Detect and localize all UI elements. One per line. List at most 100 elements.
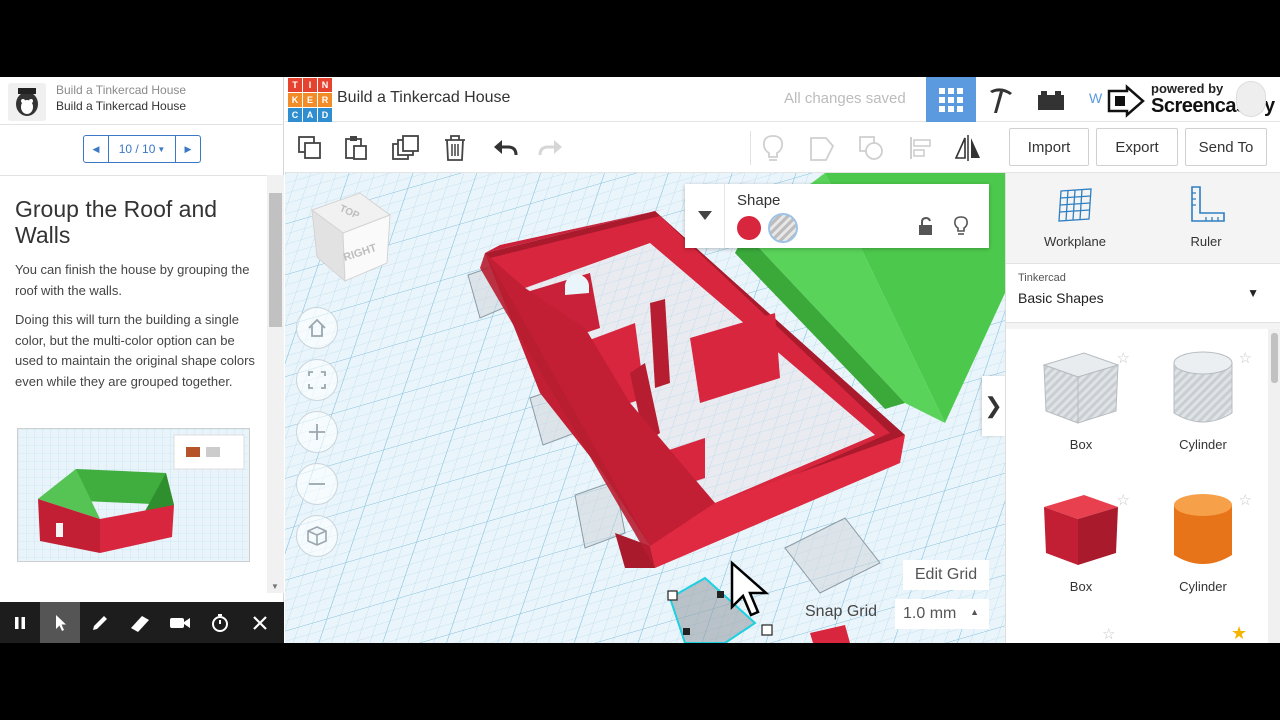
user-avatar[interactable] bbox=[1236, 81, 1266, 117]
collapse-shapes-panel-button[interactable]: ❯ bbox=[982, 376, 1005, 436]
collapse-inspector-button[interactable] bbox=[685, 184, 725, 248]
timer-tool-button[interactable] bbox=[200, 602, 240, 643]
plus-icon bbox=[309, 424, 325, 440]
lesson-panel: Build a Tinkercad House Build a Tinkerca… bbox=[0, 77, 284, 643]
library-group-label: Tinkercad bbox=[1018, 272, 1066, 284]
pen-tool-button[interactable] bbox=[80, 602, 120, 643]
align-icon bbox=[910, 137, 931, 159]
edit-grid-button[interactable]: Edit Grid bbox=[903, 560, 989, 590]
blocks-view-button[interactable] bbox=[976, 77, 1026, 122]
caret-down-icon: ▼ bbox=[157, 144, 166, 154]
lock-button[interactable] bbox=[918, 216, 934, 240]
home-view-button[interactable] bbox=[296, 307, 338, 349]
workplane-icon bbox=[1058, 188, 1092, 222]
favorite-star-icon[interactable]: ☆ bbox=[1117, 349, 1130, 367]
projection-toggle-button[interactable] bbox=[296, 515, 338, 557]
lesson-scrollbar[interactable]: ▼ bbox=[267, 175, 284, 593]
copy-icon bbox=[298, 136, 321, 159]
inspector-title: Shape bbox=[737, 192, 781, 209]
prev-step-button[interactable]: ◀ bbox=[84, 136, 108, 162]
scrollbar-thumb[interactable] bbox=[269, 193, 282, 327]
visibility-button[interactable] bbox=[953, 216, 969, 241]
shapes-grid: ☆ Box ☆ Cylinder ☆ Box ☆ Cylinder ☆ ★ bbox=[1006, 329, 1268, 643]
paste-button[interactable] bbox=[340, 132, 372, 164]
snap-grid-value: 1.0 mm bbox=[903, 605, 957, 622]
camera-tool-button[interactable] bbox=[160, 602, 200, 643]
scrollbar-thumb[interactable] bbox=[1271, 333, 1278, 383]
chevron-right-icon: ▶ bbox=[184, 143, 192, 154]
fit-view-button[interactable] bbox=[296, 359, 338, 401]
shape-label: Box bbox=[1069, 437, 1093, 452]
highlighter-icon bbox=[131, 615, 149, 632]
ruler-icon bbox=[1191, 186, 1225, 222]
design-title[interactable]: Build a Tinkercad House bbox=[337, 89, 510, 107]
bricks-view-button[interactable] bbox=[1026, 77, 1076, 122]
export-button[interactable]: Export bbox=[1096, 128, 1178, 166]
zoom-out-button[interactable] bbox=[296, 463, 338, 505]
pointer-tool-button[interactable] bbox=[40, 602, 80, 643]
send-to-button[interactable]: Send To bbox=[1185, 128, 1267, 166]
shape-label: Box bbox=[1069, 579, 1093, 594]
undo-button[interactable] bbox=[489, 132, 521, 164]
zoom-in-button[interactable] bbox=[296, 411, 338, 453]
close-screencast-button[interactable] bbox=[240, 602, 280, 643]
favorite-star-filled-icon[interactable]: ★ bbox=[1231, 623, 1247, 643]
pointer-icon bbox=[56, 614, 66, 631]
solid-color-button[interactable] bbox=[737, 216, 761, 240]
app-screen: Build a Tinkercad House Build a Tinkerca… bbox=[0, 77, 1280, 643]
redo-icon bbox=[538, 140, 562, 156]
shape-cylinder-solid[interactable]: ☆ Cylinder bbox=[1148, 485, 1258, 615]
highlighter-tool-button[interactable] bbox=[120, 602, 160, 643]
watermark-cut-text: W bbox=[1089, 90, 1103, 106]
align-button[interactable] bbox=[905, 132, 937, 164]
paste-icon bbox=[345, 136, 367, 160]
logo-letter: I bbox=[303, 78, 317, 92]
logo-letter: A bbox=[303, 108, 317, 122]
snap-grid-select[interactable]: 1.0 mm ▲ bbox=[895, 599, 989, 629]
next-step-button[interactable]: ▶ bbox=[176, 136, 200, 162]
favorite-star-icon[interactable]: ☆ bbox=[1239, 491, 1252, 509]
step-select[interactable]: 10 / 10 ▼ bbox=[108, 136, 176, 162]
workplane-button[interactable]: Workplane bbox=[1042, 185, 1108, 249]
screencastify-toolbar bbox=[0, 602, 284, 643]
shape-box-solid[interactable]: ☆ Box bbox=[1026, 485, 1136, 615]
scroll-down-icon[interactable]: ▼ bbox=[271, 582, 279, 591]
logo-letter: D bbox=[318, 108, 332, 122]
notes-button[interactable] bbox=[757, 132, 789, 164]
favorite-star-icon[interactable]: ☆ bbox=[1239, 349, 1252, 367]
3d-workplane-viewport[interactable]: TOP RIGHT Shape ❯ Edit Grid Snap Grid 1.… bbox=[285, 173, 1005, 643]
shape-library-select[interactable]: Tinkercad Basic Shapes ▼ bbox=[1006, 263, 1280, 323]
ungroup-button[interactable] bbox=[855, 132, 887, 164]
screencastify-logo-icon bbox=[1107, 84, 1145, 118]
brick-icon bbox=[1038, 90, 1064, 110]
group-button[interactable] bbox=[806, 132, 838, 164]
mirror-icon bbox=[954, 135, 980, 161]
pause-button[interactable] bbox=[0, 602, 40, 643]
copy-button[interactable] bbox=[294, 132, 326, 164]
logo-letter: C bbox=[288, 108, 302, 122]
file-actions: Import Export Send To bbox=[1005, 123, 1280, 173]
tinkercad-logo[interactable]: TIN KER CAD bbox=[288, 78, 332, 122]
shape-cylinder-hole[interactable]: ☆ Cylinder bbox=[1148, 343, 1258, 473]
logo-letter: N bbox=[318, 78, 332, 92]
breadcrumb-parent[interactable]: Build a Tinkercad House bbox=[56, 83, 186, 97]
delete-icon bbox=[445, 135, 465, 161]
favorite-star-icon[interactable]: ☆ bbox=[1117, 491, 1130, 509]
duplicate-icon bbox=[392, 135, 419, 160]
duplicate-button[interactable] bbox=[390, 132, 422, 164]
lesson-paragraph: You can finish the house by grouping the… bbox=[15, 262, 250, 298]
delete-button[interactable] bbox=[439, 132, 471, 164]
shapes-scrollbar[interactable] bbox=[1268, 329, 1280, 643]
ruler-button[interactable]: Ruler bbox=[1176, 185, 1236, 249]
hole-button[interactable] bbox=[768, 213, 798, 243]
lesson-illustration[interactable] bbox=[17, 428, 250, 562]
caret-down-icon bbox=[697, 211, 712, 220]
lesson-paragraph: Doing this will turn the building a sing… bbox=[15, 312, 255, 389]
3d-view-button[interactable] bbox=[926, 77, 976, 122]
redo-button[interactable] bbox=[535, 132, 567, 164]
favorite-star-icon[interactable]: ☆ bbox=[1102, 625, 1115, 643]
mirror-button[interactable] bbox=[952, 132, 984, 164]
shape-box-hole[interactable]: ☆ Box bbox=[1026, 343, 1136, 473]
import-button[interactable]: Import bbox=[1009, 128, 1089, 166]
grid-view-icon bbox=[939, 87, 963, 112]
